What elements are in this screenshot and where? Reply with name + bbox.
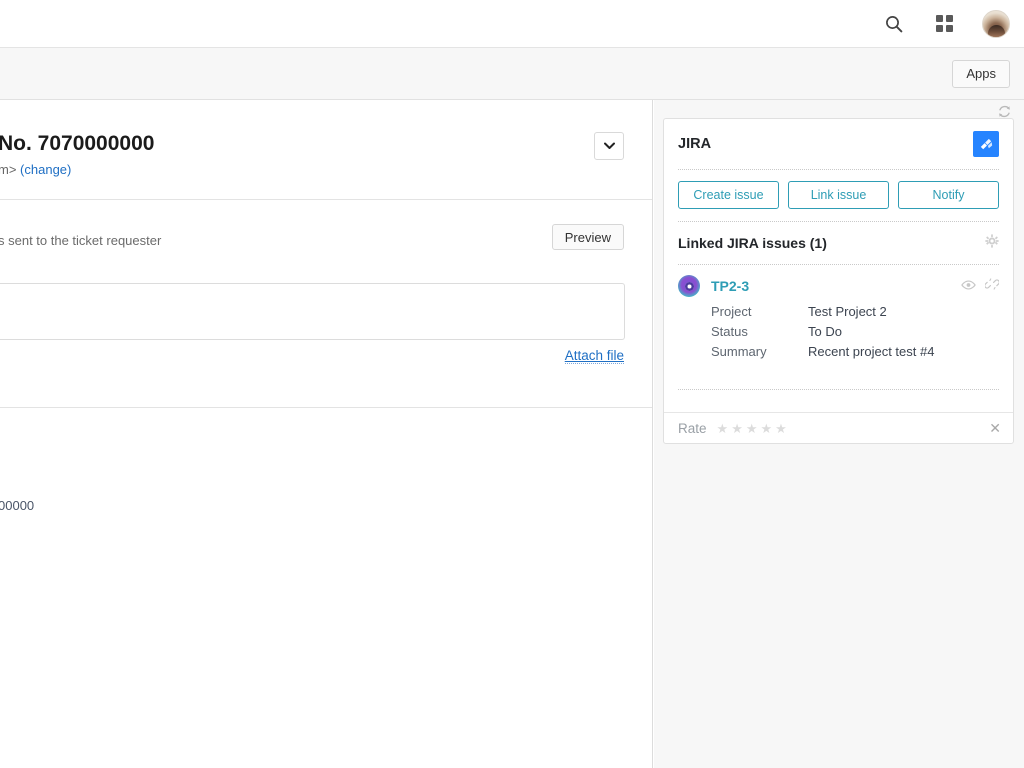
rating-stars[interactable]: ★ ★ ★ ★ ★ bbox=[717, 422, 787, 435]
ticket-body-number-fragment: 00000 bbox=[0, 498, 34, 513]
chevron-down-icon bbox=[604, 142, 615, 150]
attach-file-link[interactable]: Attach file bbox=[565, 348, 624, 364]
rate-controls: Rate ★ ★ ★ ★ ★ bbox=[678, 421, 787, 436]
secondary-toolbar: Apps bbox=[0, 48, 1024, 100]
reply-textarea[interactable] bbox=[0, 283, 625, 340]
table-row: Project Test Project 2 bbox=[711, 302, 999, 322]
main-content: No. 7070000000 m> (change) s sent to the… bbox=[0, 100, 1024, 768]
field-value: Test Project 2 bbox=[808, 302, 887, 322]
ticket-pane: No. 7070000000 m> (change) s sent to the… bbox=[0, 100, 653, 768]
unlink-icon[interactable] bbox=[985, 277, 999, 296]
change-requester-link[interactable]: (change) bbox=[20, 162, 71, 177]
jira-action-buttons: Create issue Link issue Notify bbox=[664, 170, 1013, 221]
table-row: Summary Recent project test #4 bbox=[711, 342, 999, 362]
grid-apps-icon[interactable] bbox=[932, 12, 956, 36]
search-icon[interactable] bbox=[882, 12, 906, 36]
ticket-header: No. 7070000000 m> (change) bbox=[0, 100, 652, 200]
field-label: Project bbox=[711, 302, 808, 322]
create-issue-button[interactable]: Create issue bbox=[678, 181, 779, 209]
ticket-actions-dropdown-button[interactable] bbox=[594, 132, 624, 160]
page-title: No. 7070000000 bbox=[0, 132, 154, 156]
field-value: Recent project test #4 bbox=[808, 342, 934, 362]
ticket-requester-line: m> (change) bbox=[0, 162, 71, 177]
star-icon[interactable]: ★ bbox=[761, 422, 773, 435]
star-icon[interactable]: ★ bbox=[717, 422, 729, 435]
reply-composer: s sent to the ticket requester Preview A… bbox=[0, 200, 652, 408]
issue-header-row: TP2-3 bbox=[678, 275, 999, 297]
list-item: TP2-3 bbox=[664, 265, 1013, 376]
linked-issues-title: Linked JIRA issues (1) bbox=[678, 235, 827, 251]
reply-hint-text: s sent to the ticket requester bbox=[0, 233, 161, 248]
apps-button[interactable]: Apps bbox=[952, 60, 1010, 88]
jira-header-wrap: JIRA bbox=[664, 119, 1013, 169]
jira-app-card: JIRA Create issue Link issue Notify bbox=[663, 118, 1014, 444]
rate-label: Rate bbox=[678, 421, 707, 436]
avatar[interactable] bbox=[982, 10, 1010, 38]
field-label: Summary bbox=[711, 342, 808, 362]
jira-logo-icon bbox=[973, 131, 999, 157]
jira-project-avatar-icon bbox=[678, 275, 700, 297]
link-issue-button[interactable]: Link issue bbox=[788, 181, 889, 209]
issue-key-link[interactable]: TP2-3 bbox=[711, 278, 749, 294]
app-sidebar: JIRA Create issue Link issue Notify bbox=[654, 100, 1024, 768]
gear-icon[interactable] bbox=[985, 234, 999, 253]
rate-bar: Rate ★ ★ ★ ★ ★ ✕ bbox=[664, 412, 1013, 443]
jira-app-title: JIRA bbox=[678, 136, 711, 152]
notify-button[interactable]: Notify bbox=[898, 181, 999, 209]
requester-email-fragment: m> bbox=[0, 162, 16, 177]
grid-apps-glyph bbox=[936, 15, 953, 32]
eye-icon[interactable] bbox=[961, 278, 976, 296]
card-spacer bbox=[664, 390, 1013, 412]
close-icon[interactable]: ✕ bbox=[989, 421, 1001, 435]
top-bar bbox=[0, 0, 1024, 48]
jira-app-header: JIRA bbox=[678, 119, 999, 169]
issue-row-actions bbox=[961, 277, 999, 296]
field-value: To Do bbox=[808, 322, 842, 342]
table-row: Status To Do bbox=[711, 322, 999, 342]
linked-issues-header: Linked JIRA issues (1) bbox=[664, 222, 1013, 264]
top-bar-actions bbox=[882, 10, 1010, 38]
field-label: Status bbox=[711, 322, 808, 342]
star-icon[interactable]: ★ bbox=[731, 422, 743, 435]
issue-fields: Project Test Project 2 Status To Do Summ… bbox=[678, 302, 999, 362]
preview-button[interactable]: Preview bbox=[552, 224, 624, 250]
star-icon[interactable]: ★ bbox=[746, 422, 758, 435]
star-icon[interactable]: ★ bbox=[775, 422, 787, 435]
